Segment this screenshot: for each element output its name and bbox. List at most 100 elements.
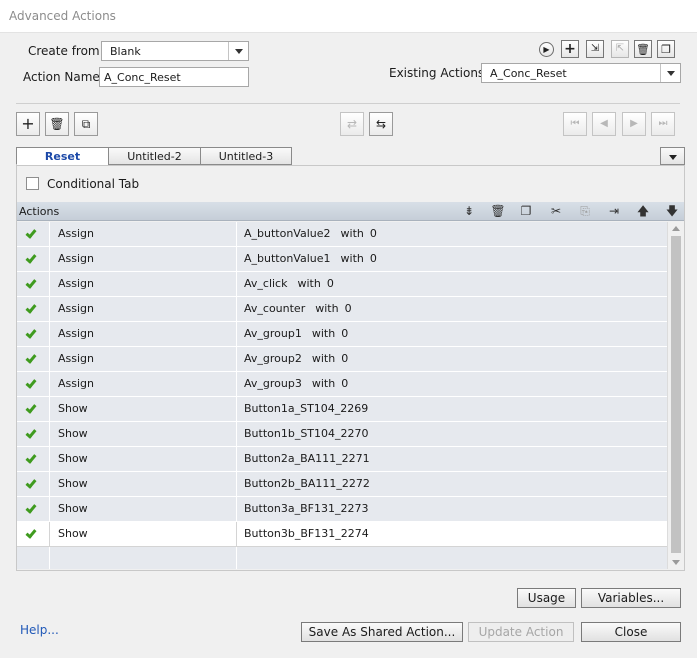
last-tab-button[interactable]: ⏭ — [651, 112, 675, 136]
status-cell[interactable] — [17, 447, 50, 471]
status-cell[interactable] — [17, 522, 50, 546]
target-cell[interactable]: Av_click with 0 — [237, 272, 667, 296]
tab-untitled-2[interactable]: Untitled-2 — [108, 147, 201, 165]
duplicate-tab-button[interactable]: ⧉ — [74, 112, 98, 136]
target-cell[interactable]: Button1b_ST104_2270 — [237, 422, 667, 446]
paste-icon[interactable]: ⎘ — [576, 203, 594, 219]
action-cell[interactable]: Show — [50, 522, 237, 546]
target-cell[interactable]: Button3b_BF131_2274 — [237, 522, 667, 546]
move-down-icon[interactable]: 🡇 — [663, 203, 681, 219]
export-action-button[interactable]: ⇱ — [611, 40, 629, 58]
empty-cell[interactable] — [237, 547, 667, 569]
empty-cell[interactable] — [17, 547, 50, 569]
table-row[interactable]: Show Button3b_BF131_2274 — [17, 522, 667, 547]
indent-icon[interactable]: ⇥ — [605, 203, 623, 219]
table-row[interactable]: Assign Av_counter with 0 — [17, 297, 667, 322]
usage-button[interactable]: Usage — [517, 588, 576, 608]
status-cell[interactable] — [17, 297, 50, 321]
status-cell[interactable] — [17, 497, 50, 521]
tab-reset[interactable]: Reset — [16, 147, 109, 165]
move-up-icon[interactable]: 🡅 — [634, 203, 652, 219]
next-icon: ▶ — [630, 118, 638, 129]
status-cell[interactable] — [17, 397, 50, 421]
create-from-select[interactable]: Blank — [101, 41, 249, 61]
new-action-button[interactable]: + — [561, 40, 579, 58]
table-row[interactable]: Show Button1b_ST104_2270 — [17, 422, 667, 447]
tabs-overflow-button[interactable] — [660, 147, 685, 165]
target-cell[interactable]: Button2a_BA111_2271 — [237, 447, 667, 471]
empty-cell[interactable] — [50, 547, 237, 569]
existing-actions-select[interactable]: A_Conc_Reset — [481, 63, 681, 83]
table-row[interactable]: Assign Av_click with 0 — [17, 272, 667, 297]
empty-row[interactable] — [17, 547, 667, 569]
target-cell[interactable]: Av_group1 with 0 — [237, 322, 667, 346]
save-shared-action-button[interactable]: Save As Shared Action... — [301, 622, 463, 642]
duplicate-action-button[interactable]: ❐ — [657, 40, 675, 58]
table-row[interactable]: Assign Av_group3 with 0 — [17, 372, 667, 397]
paste-tab-button[interactable]: ⇄ — [340, 112, 364, 136]
status-cell[interactable] — [17, 322, 50, 346]
action-cell[interactable]: Show — [50, 397, 237, 421]
table-row[interactable]: Assign Av_group1 with 0 — [17, 322, 667, 347]
table-row[interactable]: Show Button2a_BA111_2271 — [17, 447, 667, 472]
table-row[interactable]: Show Button2b_BA111_2272 — [17, 472, 667, 497]
status-cell[interactable] — [17, 272, 50, 296]
target-cell[interactable]: Button2b_BA111_2272 — [237, 472, 667, 496]
status-cell[interactable] — [17, 222, 50, 246]
action-cell[interactable]: Assign — [50, 297, 237, 321]
action-cell[interactable]: Show — [50, 422, 237, 446]
prev-tab-button[interactable]: ◀ — [592, 112, 616, 136]
action-cell[interactable]: Assign — [50, 322, 237, 346]
table-row[interactable]: Assign A_buttonValue1 with 0 — [17, 247, 667, 272]
status-cell[interactable] — [17, 422, 50, 446]
action-cell[interactable]: Assign — [50, 372, 237, 396]
delete-tab-button[interactable]: 🗑 — [45, 112, 69, 136]
table-row[interactable]: Show Button1a_ST104_2269 — [17, 397, 667, 422]
action-cell[interactable]: Assign — [50, 222, 237, 246]
target-cell[interactable]: A_buttonValue2 with 0 — [237, 222, 667, 246]
scroll-down-icon[interactable] — [672, 560, 680, 565]
status-cell[interactable] — [17, 372, 50, 396]
next-tab-button[interactable]: ▶ — [622, 112, 646, 136]
action-cell[interactable]: Show — [50, 447, 237, 471]
table-row[interactable]: Assign A_buttonValue2 with 0 — [17, 222, 667, 247]
scroll-up-icon[interactable] — [672, 226, 680, 231]
assign-value: 0 — [369, 227, 377, 240]
variables-button[interactable]: Variables... — [581, 588, 681, 608]
target-name: Button3a_BF131_2273 — [244, 502, 369, 515]
action-cell[interactable]: Assign — [50, 347, 237, 371]
target-cell[interactable]: Av_group3 with 0 — [237, 372, 667, 396]
add-tab-button[interactable]: + — [16, 112, 40, 136]
status-cell[interactable] — [17, 472, 50, 496]
action-cell[interactable]: Show — [50, 472, 237, 496]
target-cell[interactable]: Button3a_BF131_2273 — [237, 497, 667, 521]
update-action-button[interactable]: Update Action — [468, 622, 574, 642]
copy-tab-button[interactable]: ⇆ — [369, 112, 393, 136]
preview-play-button[interactable]: ▶ — [539, 42, 554, 57]
table-row[interactable]: Show Button3a_BF131_2273 — [17, 497, 667, 522]
copy-icon[interactable]: ❐ — [517, 203, 535, 219]
table-row[interactable]: Assign Av_group2 with 0 — [17, 347, 667, 372]
action-name-input[interactable]: A_Conc_Reset — [99, 67, 249, 87]
action-cell[interactable]: Assign — [50, 272, 237, 296]
conditional-tab-checkbox[interactable] — [26, 177, 39, 190]
delete-action-button[interactable]: 🗑 — [634, 40, 652, 58]
scroll-thumb[interactable] — [671, 236, 681, 553]
status-cell[interactable] — [17, 247, 50, 271]
import-action-button[interactable]: ⇲ — [586, 40, 604, 58]
insert-row-icon[interactable]: ⇟ — [460, 203, 478, 219]
tab-untitled-3[interactable]: Untitled-3 — [200, 147, 292, 165]
target-cell[interactable]: A_buttonValue1 with 0 — [237, 247, 667, 271]
close-button[interactable]: Close — [581, 622, 681, 642]
help-link[interactable]: Help... — [20, 623, 59, 637]
status-cell[interactable] — [17, 347, 50, 371]
target-cell[interactable]: Av_group2 with 0 — [237, 347, 667, 371]
target-cell[interactable]: Av_counter with 0 — [237, 297, 667, 321]
action-cell[interactable]: Show — [50, 497, 237, 521]
trash-icon[interactable]: 🗑 — [489, 203, 507, 219]
first-tab-button[interactable]: ⏮ — [563, 112, 587, 136]
action-cell[interactable]: Assign — [50, 247, 237, 271]
vertical-scrollbar[interactable] — [667, 222, 684, 569]
cut-icon[interactable]: ✂ — [547, 203, 565, 219]
target-cell[interactable]: Button1a_ST104_2269 — [237, 397, 667, 421]
